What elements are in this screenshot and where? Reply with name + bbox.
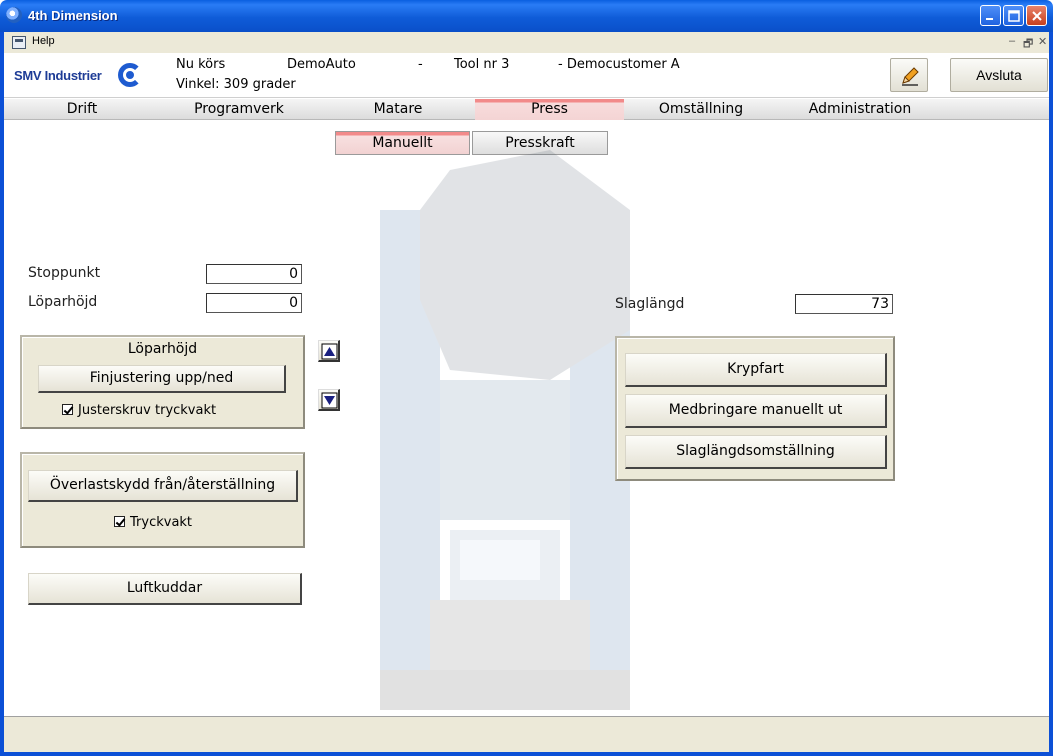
- window-frame-bottom: [0, 752, 1053, 756]
- tool-number: Tool nr 3: [454, 57, 510, 72]
- justerskruv-label: Justerskruv tryckvakt: [78, 403, 217, 418]
- separator: -: [418, 57, 423, 72]
- down-button[interactable]: [318, 389, 340, 411]
- main-tabs: Drift Programverk Matare Press Omställni…: [4, 99, 1049, 120]
- logo-text: SMV Industrier: [14, 68, 102, 83]
- tryckvakt-checkbox[interactable]: Tryckvakt: [114, 515, 192, 530]
- fine-adjust-button[interactable]: Finjustering upp/ned: [38, 365, 286, 393]
- tab-matare[interactable]: Matare: [324, 99, 472, 120]
- minimize-button[interactable]: [980, 5, 1001, 26]
- mdi-close-button[interactable]: ✕: [1038, 35, 1047, 48]
- customer-name: - Democustomer A: [558, 57, 680, 72]
- window-title: 4th Dimension: [28, 8, 118, 23]
- window-frame-right: [1049, 32, 1053, 756]
- krypfart-button[interactable]: Krypfart: [625, 353, 887, 387]
- checkbox-box[interactable]: [114, 516, 125, 527]
- tab-drift[interactable]: Drift: [30, 99, 134, 120]
- mdi-minimize-button[interactable]: –: [1009, 35, 1015, 47]
- slaglangd-field[interactable]: 73: [795, 294, 893, 314]
- loparhojd-panel-title: Löparhöjd: [127, 341, 198, 357]
- loparhojd-panel: Löparhöjd Finjustering upp/ned Justerskr…: [20, 335, 305, 429]
- luftkuddar-button[interactable]: Luftkuddar: [28, 573, 302, 605]
- menu-help[interactable]: Help: [32, 35, 55, 47]
- press-machine-image: [380, 150, 630, 710]
- menu-bar: Help – 🗗 ✕: [4, 32, 1049, 53]
- logo-mark: [118, 63, 142, 87]
- mdi-restore-button[interactable]: 🗗: [1023, 35, 1033, 54]
- press-actions-panel: Krypfart Medbringare manuellt ut Slaglän…: [615, 336, 895, 481]
- stoppunkt-label: Stoppunkt: [28, 265, 101, 281]
- edit-button[interactable]: [890, 58, 928, 92]
- medbringare-button[interactable]: Medbringare manuellt ut: [625, 394, 887, 428]
- app-icon: [6, 7, 22, 23]
- overload-button[interactable]: Överlastskydd från/återställning: [28, 470, 298, 502]
- pencil-icon: [902, 67, 919, 86]
- arrow-down-icon: [321, 392, 338, 409]
- maximize-button[interactable]: [1003, 5, 1024, 26]
- arrow-up-icon: [321, 343, 338, 360]
- tab-omstallning[interactable]: Omställning: [626, 99, 776, 120]
- up-button[interactable]: [318, 340, 340, 362]
- menu-icon[interactable]: [12, 36, 26, 49]
- loparhojd-field[interactable]: 0: [206, 293, 302, 313]
- tryckvakt-label: Tryckvakt: [130, 515, 193, 530]
- close-button[interactable]: [1026, 5, 1047, 26]
- tab-programverk[interactable]: Programverk: [164, 99, 314, 120]
- program-name: DemoAuto: [287, 57, 356, 72]
- title-bar: 4th Dimension: [0, 0, 1053, 32]
- tab-press[interactable]: Press: [475, 99, 624, 120]
- loparhojd-label: Löparhöjd: [28, 294, 98, 310]
- checkbox-box[interactable]: [62, 404, 73, 415]
- overload-panel: Överlastskydd från/återställning Tryckva…: [20, 452, 305, 548]
- window-frame-left: [0, 32, 4, 756]
- stoppunkt-field[interactable]: 0: [206, 264, 302, 284]
- slaglangd-label: Slaglängd: [615, 296, 685, 312]
- exit-button[interactable]: Avsluta: [950, 58, 1048, 92]
- status-bar: [4, 716, 1049, 752]
- tab-administration[interactable]: Administration: [780, 99, 940, 120]
- header: SMV Industrier Nu körs DemoAuto - Tool n…: [4, 53, 1049, 98]
- running-label: Nu körs: [176, 57, 226, 72]
- justerskruv-checkbox[interactable]: Justerskruv tryckvakt: [62, 403, 216, 418]
- angle-readout: Vinkel: 309 grader: [176, 77, 296, 92]
- slaglangd-omstallning-button[interactable]: Slaglängdsomställning: [625, 435, 887, 469]
